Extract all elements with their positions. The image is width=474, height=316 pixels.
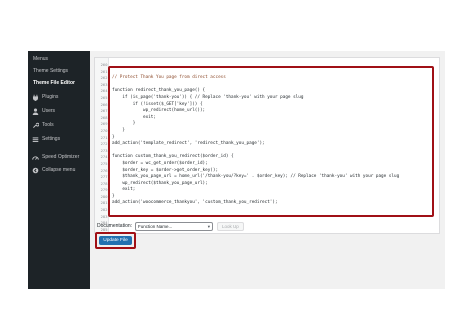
sidebar-item-label: Collapse menu [42,167,76,173]
line-number: 262 [100,75,108,81]
sidebar-item-theme-settings[interactable]: Theme Settings [28,66,90,77]
sidebar-item-collapse-menu[interactable]: Collapse menu [28,165,90,176]
line-number: 263 [100,81,108,87]
sidebar-item-tools[interactable]: Tools [28,120,90,131]
sidebar-item-label: Settings [42,136,61,142]
sidebar-item-speed-optimizer[interactable]: Speed Optimizer [28,152,90,163]
line-number: 267 [100,108,108,114]
line-number: 276 [100,167,108,173]
chevron-down-icon: ▾ [207,223,211,229]
sidebar-item-settings[interactable]: Settings [28,134,90,145]
update-file-button[interactable]: Update File [99,236,132,245]
line-number: 271 [100,134,108,140]
admin-frame: Menus Theme Settings Theme File Editor P… [28,51,445,289]
sidebar-item-label: Speed Optimizer [42,154,80,160]
sidebar-item-label: Plugins [42,94,59,100]
line-number: 273 [100,147,108,153]
documentation-row: Documentation: Function Name... ▾ Look U… [97,221,244,231]
line-number: 278 [100,180,108,186]
function-name-select-value: Function Name... [138,223,173,229]
users-icon [32,108,39,115]
sidebar-item-label: Theme Settings [33,68,69,74]
plugin-icon [32,94,39,101]
admin-sidebar: Menus Theme Settings Theme File Editor P… [28,51,90,289]
line-number: 260 [100,62,108,67]
line-number: 264 [100,88,108,94]
sidebar-item-label: Menus [33,56,49,62]
line-number: 274 [100,154,108,160]
line-number: 261 [100,68,108,74]
tools-icon [33,122,39,128]
line-number: 277 [100,174,108,180]
line-number: 281 [100,200,108,206]
sidebar-item-menus[interactable]: Menus [28,54,90,65]
speed-optimizer-icon [32,156,39,160]
line-number: 269 [100,121,108,127]
sidebar-item-theme-file-editor[interactable]: Theme File Editor [28,78,90,89]
code-editor[interactable]: 260 261 262// Protect Thank You page from … [94,57,440,234]
sidebar-item-users[interactable]: Users [28,106,90,117]
line-number: 268 [100,114,108,120]
settings-icon [32,137,39,143]
line-number: 265 [100,94,108,100]
line-number: 282 [100,207,108,213]
line-number: 275 [100,160,108,166]
look-up-button[interactable]: Look Up [217,221,244,231]
collapse-icon [32,167,39,174]
line-number: 272 [100,141,108,147]
line-number: 266 [100,101,108,107]
sidebar-item-label: Tools [42,122,54,128]
code-highlight-box [108,66,434,217]
sidebar-item-label: Theme File Editor [33,80,75,86]
function-name-select[interactable]: Function Name... ▾ [135,221,214,231]
sidebar-item-label: Users [42,108,56,114]
documentation-label: Documentation: [97,223,133,229]
sidebar-item-plugins[interactable]: Plugins [28,92,90,103]
line-number: 279 [100,187,108,193]
line-number: 280 [100,193,108,199]
line-number: 270 [100,127,108,133]
line-number: 283 [100,213,108,219]
